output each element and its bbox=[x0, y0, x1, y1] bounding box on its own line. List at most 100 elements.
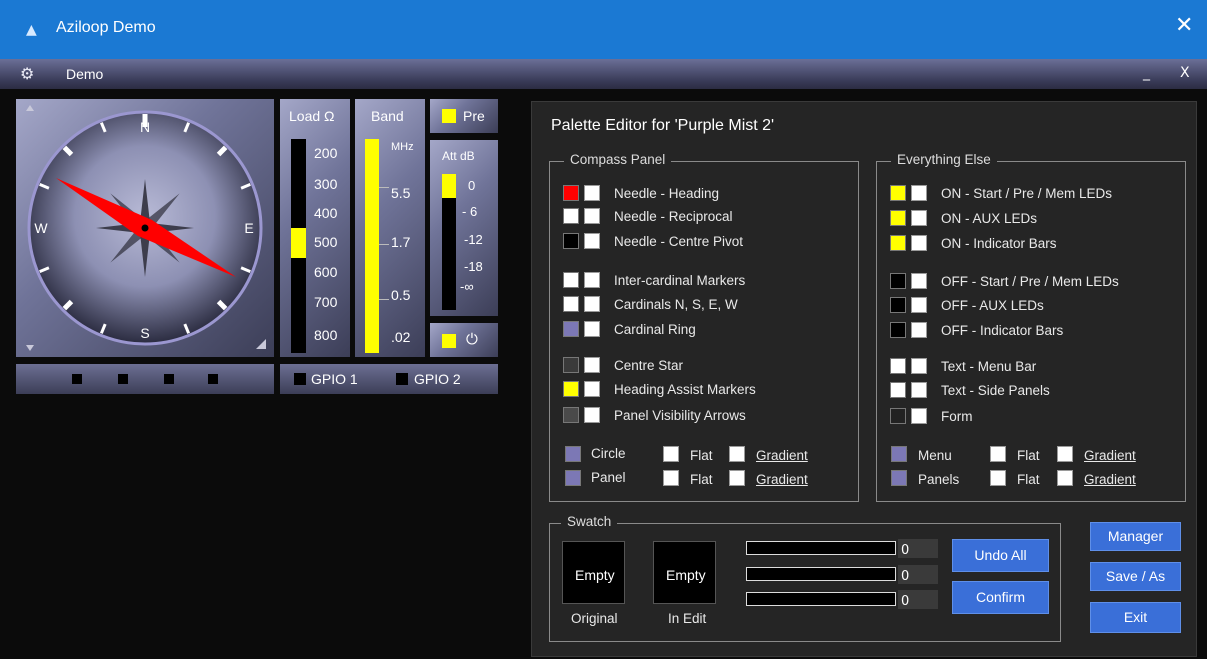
red-slider[interactable] bbox=[746, 541, 896, 555]
item-checkbox[interactable] bbox=[911, 210, 927, 226]
item-checkbox[interactable] bbox=[584, 272, 600, 288]
color-swatch[interactable] bbox=[890, 382, 906, 398]
minimize-button[interactable]: _ bbox=[1143, 65, 1150, 81]
color-swatch[interactable] bbox=[563, 272, 579, 288]
palette-title: Palette Editor for 'Purple Mist 2' bbox=[551, 117, 775, 134]
color-swatch[interactable] bbox=[563, 233, 579, 249]
undo-all-button[interactable]: Undo All bbox=[952, 539, 1049, 572]
load-value[interactable]: 500 bbox=[314, 234, 337, 250]
color-swatch[interactable] bbox=[563, 381, 579, 397]
item-label: Form bbox=[941, 409, 973, 424]
panel-color-swatch[interactable] bbox=[565, 470, 581, 486]
gear-icon[interactable]: ⚙ bbox=[20, 64, 34, 83]
color-swatch[interactable] bbox=[563, 357, 579, 373]
confirm-button[interactable]: Confirm bbox=[952, 581, 1049, 614]
item-label: Inter-cardinal Markers bbox=[614, 273, 746, 288]
band-value[interactable]: 0.5 bbox=[391, 287, 410, 303]
menu-color-swatch[interactable] bbox=[891, 446, 907, 462]
item-checkbox[interactable] bbox=[911, 235, 927, 251]
item-checkbox[interactable] bbox=[584, 321, 600, 337]
power-icon: ⏻ bbox=[466, 331, 478, 348]
led-1 bbox=[72, 374, 82, 384]
panels-gradient-checkbox[interactable] bbox=[1057, 470, 1073, 486]
color-swatch[interactable] bbox=[890, 185, 906, 201]
gpio2-led bbox=[396, 373, 408, 385]
blue-value-box[interactable]: 0 bbox=[898, 590, 938, 609]
item-checkbox[interactable] bbox=[911, 273, 927, 289]
item-checkbox[interactable] bbox=[911, 358, 927, 374]
pre-button[interactable]: Pre bbox=[430, 99, 498, 133]
item-checkbox[interactable] bbox=[584, 185, 600, 201]
color-swatch[interactable] bbox=[563, 185, 579, 201]
exit-button[interactable]: Exit bbox=[1090, 602, 1181, 633]
item-checkbox[interactable] bbox=[911, 185, 927, 201]
att-value[interactable]: 0 bbox=[468, 178, 475, 193]
load-value[interactable]: 300 bbox=[314, 176, 337, 192]
power-button[interactable]: ⏻ bbox=[430, 323, 498, 357]
gpio2-label[interactable]: GPIO 2 bbox=[414, 371, 461, 387]
panel-gradient-link[interactable]: Gradient bbox=[756, 472, 808, 487]
color-swatch[interactable] bbox=[563, 407, 579, 423]
item-label: Cardinals N, S, E, W bbox=[614, 297, 738, 312]
close-button[interactable]: X bbox=[1180, 65, 1190, 81]
att-value[interactable]: -12 bbox=[464, 232, 483, 247]
color-swatch[interactable] bbox=[890, 322, 906, 338]
window-titlebar: ▲ Aziloop Demo ✕ bbox=[0, 0, 1207, 59]
load-value[interactable]: 700 bbox=[314, 294, 337, 310]
color-swatch[interactable] bbox=[890, 358, 906, 374]
color-swatch[interactable] bbox=[890, 210, 906, 226]
att-value[interactable]: -18 bbox=[464, 259, 483, 274]
item-checkbox[interactable] bbox=[584, 381, 600, 397]
blue-slider[interactable] bbox=[746, 592, 896, 606]
circle-flat-checkbox[interactable] bbox=[663, 446, 679, 462]
item-checkbox[interactable] bbox=[911, 322, 927, 338]
circle-gradient-checkbox[interactable] bbox=[729, 446, 745, 462]
load-value[interactable]: 400 bbox=[314, 205, 337, 221]
load-value[interactable]: 800 bbox=[314, 327, 337, 343]
band-value[interactable]: 1.7 bbox=[391, 234, 410, 250]
color-swatch[interactable] bbox=[563, 296, 579, 312]
item-checkbox[interactable] bbox=[584, 407, 600, 423]
att-value[interactable]: - 6 bbox=[462, 204, 477, 219]
item-checkbox[interactable] bbox=[911, 408, 927, 424]
color-swatch[interactable] bbox=[890, 235, 906, 251]
manager-button[interactable]: Manager bbox=[1090, 522, 1181, 551]
circle-gradient-link[interactable]: Gradient bbox=[756, 448, 808, 463]
menu-gradient-checkbox[interactable] bbox=[1057, 446, 1073, 462]
menu-flat-checkbox[interactable] bbox=[990, 446, 1006, 462]
color-swatch[interactable] bbox=[563, 321, 579, 337]
color-swatch[interactable] bbox=[563, 208, 579, 224]
item-label: Centre Star bbox=[614, 358, 684, 373]
color-swatch[interactable] bbox=[890, 273, 906, 289]
panels-flat-checkbox[interactable] bbox=[990, 470, 1006, 486]
color-swatch[interactable] bbox=[890, 297, 906, 313]
circle-color-swatch[interactable] bbox=[565, 446, 581, 462]
band-bar bbox=[365, 139, 379, 353]
band-value[interactable]: 5.5 bbox=[391, 185, 410, 201]
panels-color-swatch[interactable] bbox=[891, 470, 907, 486]
item-checkbox[interactable] bbox=[584, 208, 600, 224]
red-value-box[interactable]: 0 bbox=[898, 539, 938, 558]
load-value[interactable]: 200 bbox=[314, 145, 337, 161]
panel-gradient-checkbox[interactable] bbox=[729, 470, 745, 486]
item-checkbox[interactable] bbox=[584, 357, 600, 373]
gpio1-label[interactable]: GPIO 1 bbox=[311, 371, 358, 387]
menu-demo[interactable]: Demo bbox=[66, 66, 103, 82]
save-as-button[interactable]: Save / As bbox=[1090, 562, 1181, 591]
led-3 bbox=[164, 374, 174, 384]
panel-flat-checkbox[interactable] bbox=[663, 470, 679, 486]
item-checkbox[interactable] bbox=[584, 233, 600, 249]
green-value-box[interactable]: 0 bbox=[898, 565, 938, 584]
green-slider[interactable] bbox=[746, 567, 896, 581]
item-label: ON - Start / Pre / Mem LEDs bbox=[941, 186, 1113, 201]
menu-gradient-link[interactable]: Gradient bbox=[1084, 448, 1136, 463]
att-value[interactable]: -∞ bbox=[460, 279, 474, 294]
window-close-button[interactable]: ✕ bbox=[1175, 15, 1195, 37]
panels-gradient-link[interactable]: Gradient bbox=[1084, 472, 1136, 487]
item-checkbox[interactable] bbox=[911, 297, 927, 313]
load-value[interactable]: 600 bbox=[314, 264, 337, 280]
color-swatch[interactable] bbox=[890, 408, 906, 424]
band-value[interactable]: .02 bbox=[391, 329, 410, 345]
item-checkbox[interactable] bbox=[911, 382, 927, 398]
item-checkbox[interactable] bbox=[584, 296, 600, 312]
